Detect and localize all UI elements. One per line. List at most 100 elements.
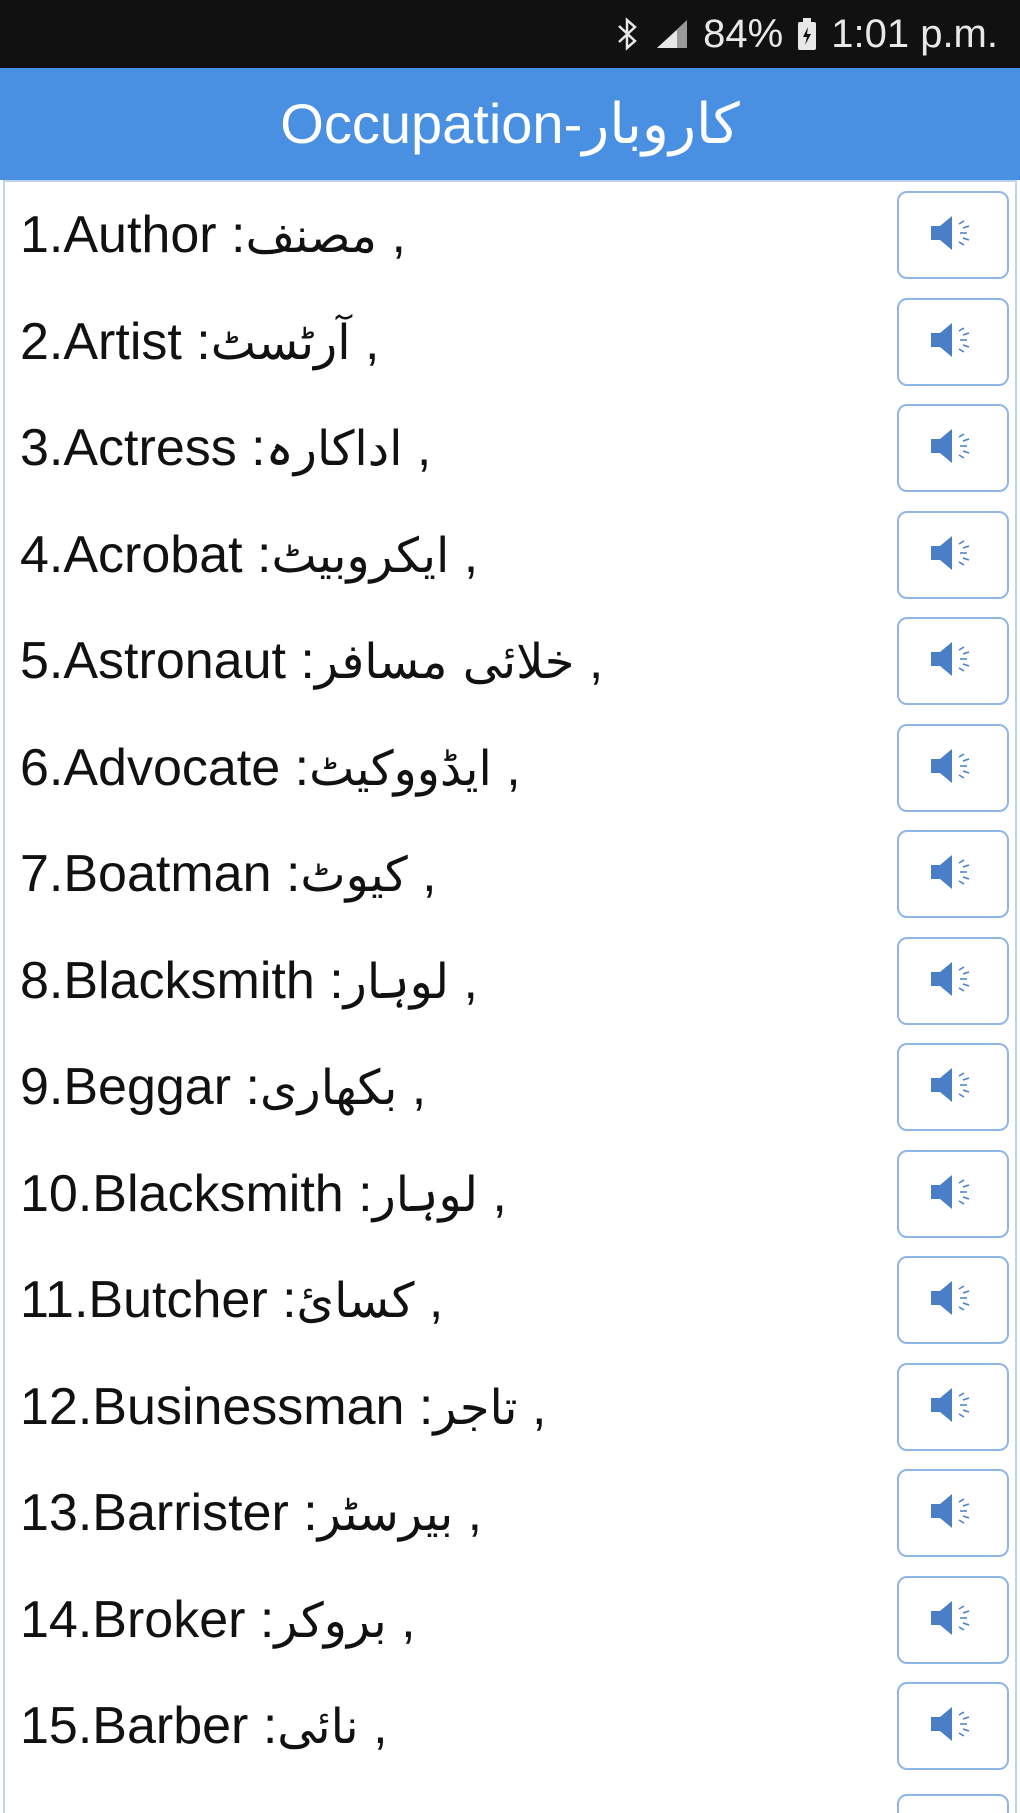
speaker-icon [927,1596,979,1644]
word-text: 3.Actress :اداکارہ , [20,418,431,478]
speaker-icon [927,850,979,898]
comma-separator: , [491,738,521,797]
colon-separator: : [404,1377,434,1436]
list-item: 7.Boatman :کیوٹ , [5,821,1015,928]
colon-separator: : [343,1164,373,1223]
play-audio-button[interactable] [897,1575,1009,1664]
play-audio-button[interactable] [897,297,1009,386]
list-item: 9.Beggar :بکھاری , [5,1034,1015,1141]
colon-separator: : [181,312,211,371]
speaker-icon [927,1702,979,1750]
urdu-word: ایڈووکیٹ [309,740,492,797]
speaker-icon [927,637,979,685]
play-audio-button[interactable] [897,404,1009,493]
speaker-icon [927,957,979,1005]
urdu-word: بروکر [274,1592,387,1649]
english-word: 11.Butcher [20,1271,268,1330]
play-audio-button[interactable] [897,191,1009,280]
play-audio-button[interactable] [897,510,1009,599]
list-item: 12.Businessman :تاجر , [5,1354,1015,1461]
play-audio-button[interactable] [897,1362,1009,1451]
play-audio-button[interactable] [897,936,1009,1025]
comma-separator: , [386,1590,416,1649]
urdu-word: تاجر [433,1379,518,1436]
list-item: 8.Blacksmith :لوہار , [5,928,1015,1035]
urdu-word: بکھاری [259,1060,398,1117]
speaker-icon [927,1383,979,1431]
urdu-word: اداکارہ [265,421,403,478]
english-word: 14.Broker [20,1590,246,1649]
word-text: 2.Artist :آرٹسٹ , [20,312,379,372]
play-audio-button[interactable] [897,1469,1009,1558]
colon-separator: : [280,738,310,797]
speaker-icon [927,1276,979,1324]
english-word: 1.Author [20,206,217,265]
comma-separator: , [449,951,478,1010]
colon-separator: : [288,1484,318,1543]
play-audio-button[interactable] [897,617,1009,706]
list-item: 4.Acrobat :ایکروبیٹ , [5,502,1015,609]
colon-separator: : [236,419,266,478]
english-word: 10.Blacksmith [20,1164,344,1223]
status-bar: 84% 1:01 p.m. [0,0,1020,68]
english-word: 2.Artist [20,312,182,371]
english-word: 13.Barrister [20,1484,289,1543]
urdu-word: کیوٹ [300,847,408,904]
speaker-icon [927,424,979,472]
speaker-icon [927,1170,979,1218]
urdu-word: لوہار [343,953,450,1010]
clock: 1:01 p.m. [831,11,998,56]
comma-separator: , [574,632,604,691]
play-audio-button[interactable] [897,1149,1009,1238]
play-audio-button[interactable] [897,1043,1009,1132]
list-item: 11.Butcher :کسائ , [5,1247,1015,1354]
colon-separator: : [231,1058,260,1117]
vocabulary-list[interactable]: 1.Author :مصنف , 2.Artist :آرٹسٹ , 3.Act… [3,180,1017,1813]
comma-separator: , [397,1058,427,1117]
urdu-word: کسائ [296,1273,415,1330]
colon-separator: : [314,951,344,1010]
urdu-word: لوہار [372,1166,478,1223]
english-word: 6.Advocate [20,738,281,797]
speaker-icon [927,531,979,579]
partial-speaker-button[interactable] [897,1794,1009,1813]
colon-separator: : [248,1697,278,1756]
english-word: 4.Acrobat [20,525,243,584]
urdu-word: خلائی مسافر [314,634,575,691]
list-item: 6.Advocate :ایڈووکیٹ , [5,715,1015,822]
word-text: 12.Businessman :تاجر , [20,1377,546,1437]
speaker-icon [927,318,979,366]
comma-separator: , [377,206,406,265]
english-word: 8.Blacksmith [20,951,315,1010]
speaker-icon [927,1489,979,1537]
english-word: 15.Barber [20,1697,249,1756]
play-audio-button[interactable] [897,830,1009,919]
word-text: 15.Barber :نائی , [20,1696,388,1756]
urdu-word: بیرسٹر [317,1486,454,1543]
urdu-word: مصنف [245,208,377,265]
comma-separator: , [414,1271,444,1330]
comma-separator: , [449,525,479,584]
battery-percent: 84% [703,11,784,56]
english-word: 7.Boatman [20,845,272,904]
english-word: 12.Businessman [20,1377,405,1436]
list-item: 15.Barber :نائی , [5,1673,1015,1780]
list-item: 2.Artist :آرٹسٹ , [5,289,1015,396]
colon-separator: : [242,525,272,584]
list-item: 3.Actress :اداکارہ , [5,395,1015,502]
play-audio-button[interactable] [897,723,1009,812]
urdu-word: آرٹسٹ [210,314,351,371]
speaker-icon [927,1063,979,1111]
comma-separator: , [517,1377,547,1436]
list-item: 14.Broker :بروکر , [5,1567,1015,1674]
play-audio-button[interactable] [897,1682,1009,1771]
word-text: 1.Author :مصنف , [20,205,406,265]
colon-separator: : [267,1271,297,1330]
list-item: 13.Barrister :بیرسٹر , [5,1460,1015,1567]
word-text: 6.Advocate :ایڈووکیٹ , [20,738,521,798]
colon-separator: : [245,1590,275,1649]
play-audio-button[interactable] [897,1256,1009,1345]
comma-separator: , [407,845,437,904]
word-text: 11.Butcher :کسائ , [20,1270,443,1330]
comma-separator: , [477,1164,507,1223]
